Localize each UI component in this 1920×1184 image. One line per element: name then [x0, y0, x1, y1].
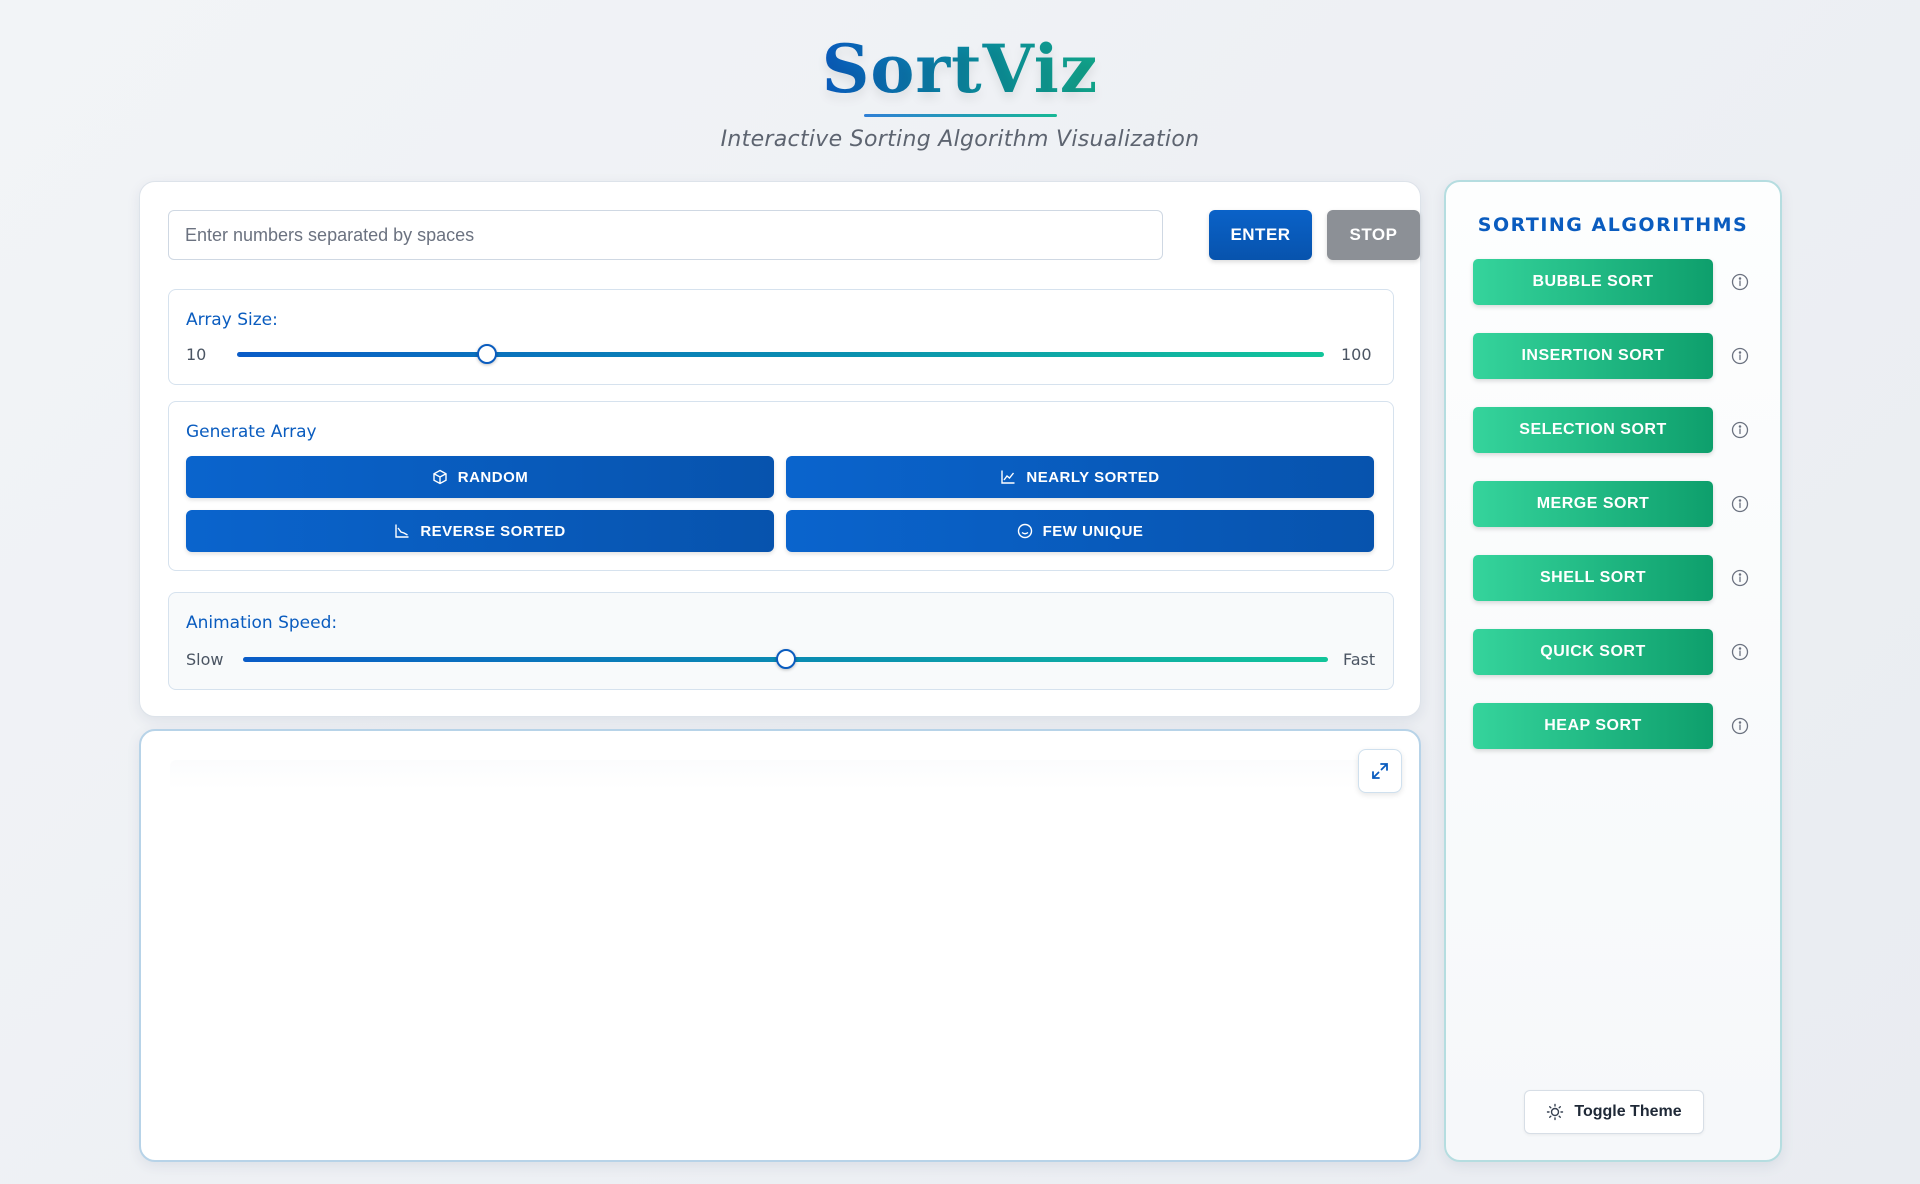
speed-slider-thumb[interactable]: [775, 649, 796, 669]
selection-sort-button[interactable]: SELECTION SORT: [1473, 407, 1713, 453]
array-size-slider-thumb[interactable]: [477, 344, 497, 364]
enter-button[interactable]: ENTER: [1209, 210, 1312, 260]
algorithm-row: QUICK SORT: [1473, 629, 1763, 675]
generate-array-label: Generate Array: [186, 422, 317, 442]
toggle-theme-button[interactable]: Toggle Theme: [1524, 1090, 1704, 1134]
few-unique-button[interactable]: FEW UNIQUE: [786, 510, 1374, 552]
expand-icon: [1372, 763, 1388, 779]
info-icon[interactable]: [1731, 421, 1749, 439]
sun-icon: [1547, 1103, 1564, 1121]
numbers-input[interactable]: [168, 210, 1163, 260]
info-icon[interactable]: [1731, 717, 1749, 735]
stop-button[interactable]: STOP: [1327, 210, 1420, 260]
shell-sort-button[interactable]: SHELL SORT: [1473, 555, 1713, 601]
algorithm-row: HEAP SORT: [1473, 703, 1763, 749]
generate-array-section: Generate Array RANDOM NEARLY SORTED REVE…: [168, 401, 1394, 571]
logo-underline: [863, 114, 1057, 117]
toggle-theme-label: Toggle Theme: [1574, 1103, 1682, 1120]
info-icon[interactable]: [1731, 273, 1749, 291]
quick-sort-button[interactable]: QUICK SORT: [1473, 629, 1713, 675]
smile-circle-icon: [1017, 523, 1032, 539]
sidebar-title: SORTING ALGORITHMS: [1477, 214, 1749, 236]
visualization-canvas: [170, 760, 1392, 1133]
chart-line-icon: [1001, 470, 1015, 484]
heap-sort-button[interactable]: HEAP SORT: [1473, 703, 1713, 749]
animation-speed-label: Animation Speed:: [186, 613, 338, 633]
visualization-panel: [139, 729, 1421, 1162]
speed-max-label: Fast: [1343, 650, 1376, 669]
algorithm-row: INSERTION SORT: [1473, 333, 1763, 379]
controls-panel: ENTER STOP Array Size: 10 100 Generate A…: [139, 181, 1421, 717]
reverse-sorted-label: REVERSE SORTED: [420, 522, 566, 540]
info-icon[interactable]: [1731, 643, 1749, 661]
algorithm-row: MERGE SORT: [1473, 481, 1763, 527]
nearly-sorted-button[interactable]: NEARLY SORTED: [786, 456, 1374, 498]
input-row: ENTER STOP: [168, 210, 1420, 260]
random-label: RANDOM: [457, 468, 529, 486]
array-size-slider-track[interactable]: [237, 352, 1324, 357]
algorithms-sidebar: SORTING ALGORITHMS BUBBLE SORT INSERTION …: [1444, 180, 1782, 1162]
array-size-min: 10: [186, 345, 207, 364]
random-button[interactable]: RANDOM: [186, 456, 774, 498]
array-size-label: Array Size:: [186, 310, 278, 330]
app-subtitle: Interactive Sorting Algorithm Visualizat…: [720, 127, 1200, 152]
chart-descending-icon: [395, 524, 409, 538]
algorithm-row: BUBBLE SORT: [1473, 259, 1763, 305]
bubble-sort-button[interactable]: BUBBLE SORT: [1473, 259, 1713, 305]
info-icon[interactable]: [1731, 569, 1749, 587]
info-icon[interactable]: [1731, 347, 1749, 365]
algorithm-row: SELECTION SORT: [1473, 407, 1763, 453]
reverse-sorted-button[interactable]: REVERSE SORTED: [186, 510, 774, 552]
app-logo: SortViz: [821, 30, 1099, 108]
array-size-section: Array Size: 10 100: [168, 289, 1394, 385]
insertion-sort-button[interactable]: INSERTION SORT: [1473, 333, 1713, 379]
fullscreen-button[interactable]: [1358, 749, 1402, 793]
nearly-sorted-label: NEARLY SORTED: [1026, 468, 1160, 486]
merge-sort-button[interactable]: MERGE SORT: [1473, 481, 1713, 527]
few-unique-label: FEW UNIQUE: [1042, 522, 1144, 540]
speed-min-label: Slow: [186, 650, 224, 669]
header: SortViz Interactive Sorting Algorithm Vi…: [0, 30, 1920, 152]
array-size-max: 100: [1341, 345, 1372, 364]
cube-icon: [433, 469, 447, 485]
info-icon[interactable]: [1731, 495, 1749, 513]
animation-speed-section: Animation Speed: Slow Fast: [168, 592, 1394, 690]
algorithm-row: SHELL SORT: [1473, 555, 1763, 601]
